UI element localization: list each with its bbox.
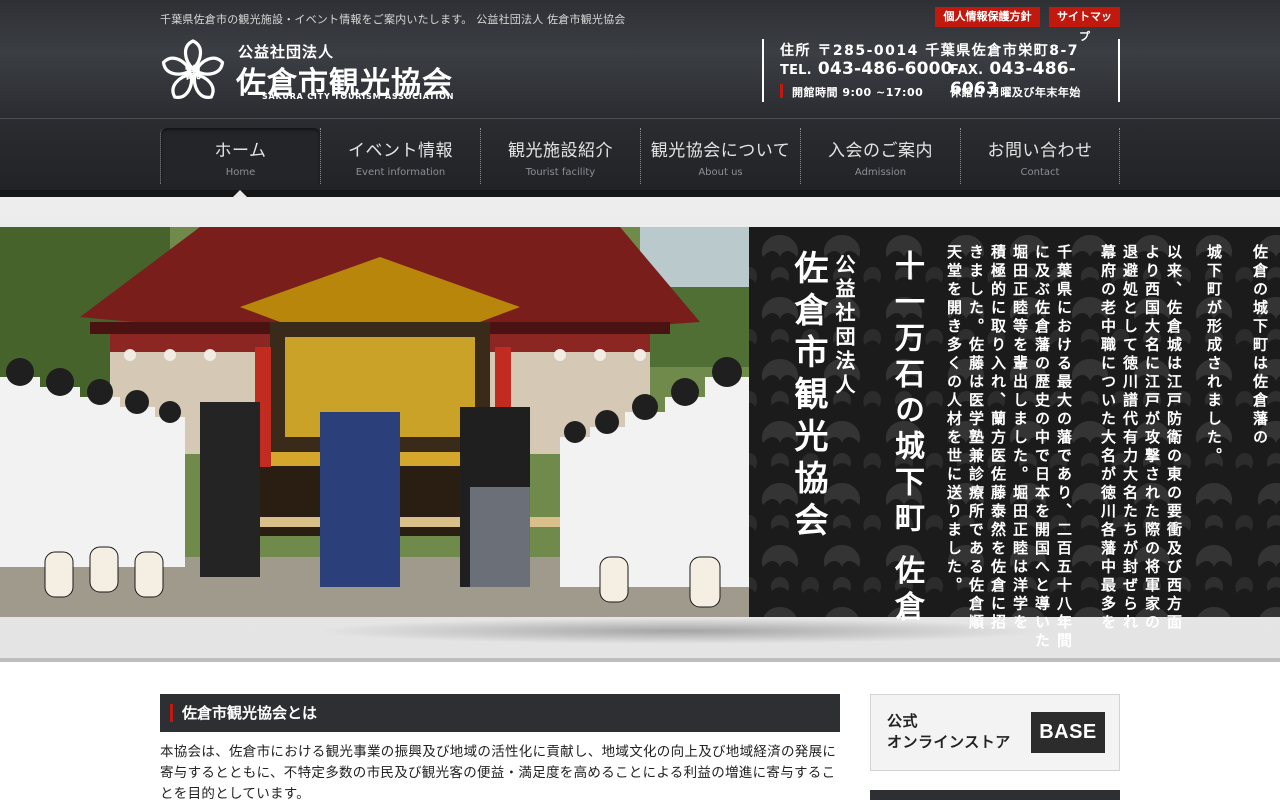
nav-bottom-bar (0, 190, 1280, 197)
hero-body-line: 幕府の老中職についた大名が徳川各藩中最多を (1099, 244, 1117, 633)
address-text: 住所 〒285-0014 千葉県佐倉市栄町8-7 (780, 43, 1080, 59)
hero-catchphrase: 十一万石の城下町 佐倉 (889, 250, 924, 627)
site-logo[interactable]: 観 公益社団法人 佐倉市観光協会 SAKURA CITY TOURISM ASS… (160, 38, 480, 104)
logo-english-name: SAKURA CITY TOURISM ASSOCIATION (262, 92, 455, 101)
hero-shadow (310, 618, 1050, 644)
nav-item-facilities[interactable]: 観光施設紹介 Tourist facility (480, 128, 640, 184)
hero-org-type: 公益社団法人 (832, 254, 856, 398)
section-heading: 佐倉市観光協会とは (160, 694, 840, 732)
festival-mikoshi-photo (0, 227, 749, 617)
hero-body-line: 城下町が形成されました。 (1205, 244, 1223, 466)
hero-body-line: 天堂を開き多くの人材を世に送りました。 (945, 244, 963, 596)
closed-days: 休館日 月曜及び年末年始 (950, 86, 1081, 99)
fax-label: FAX. (950, 63, 984, 78)
nav-label-jp: 観光協会について (650, 141, 791, 161)
store-label-line2: オンラインストア (887, 733, 1011, 751)
nav-list: ホーム Home イベント情報 Event information 観光施設紹介… (160, 128, 1120, 184)
nav-label-en: Home (225, 167, 256, 178)
nav-item-contact[interactable]: お問い合わせ Contact (960, 128, 1120, 184)
global-nav: ホーム Home イベント情報 Event information 観光施設紹介… (0, 118, 1280, 196)
privacy-policy-link[interactable]: 個人情報保護方針 (935, 7, 1040, 27)
nav-label-en: About us (698, 167, 743, 178)
hero-body-line: 佐倉の城下町は佐倉藩の (1251, 244, 1269, 448)
hero-body-line: 積極的に取り入れ、蘭方医佐藤泰然を佐倉に招 (989, 244, 1007, 633)
hero-body-line: きました。佐藤は医学塾兼診療所である佐倉順 (967, 244, 985, 633)
online-store-banner[interactable]: 公式 オンラインストア BASE (870, 694, 1120, 771)
nav-item-events[interactable]: イベント情報 Event information (320, 128, 480, 184)
hero-body-line: 以来、佐倉城は江戸防衛の東の要衝及び西方面 (1165, 244, 1183, 633)
nav-item-about[interactable]: 観光協会について About us (640, 128, 800, 184)
logo-mark-char: 観 (185, 63, 201, 82)
hero-body-line: 堀田正睦等を輩出しました。堀田正睦は洋学を (1011, 244, 1029, 633)
intro-paragraph: 本協会は、佐倉市における観光事業の振興及び地域の活性化に貢献し、地域文化の向上及… (160, 744, 837, 800)
nav-label-en: Admission (854, 167, 907, 178)
hero-body-line: 退避処として徳川譜代有力大名たちが封ぜられ (1121, 244, 1139, 633)
nav-label-jp: ホーム (214, 141, 267, 161)
nav-label-jp: イベント情報 (348, 141, 453, 161)
hero-body-line: に及ぶ佐倉藩の歴史の中で日本を開国へと導いた (1033, 244, 1051, 651)
nav-label-jp: 入会のご案内 (828, 141, 933, 161)
hero-body-line: より西国大名に江戸が攻撃された際の将軍家の (1143, 244, 1161, 633)
base-logo: BASE (1031, 712, 1105, 753)
site-header: 千葉県佐倉市の観光施設・イベント情報をご案内いたします。 公益社団法人 佐倉市観… (0, 0, 1280, 118)
nav-item-home[interactable]: ホーム Home (160, 128, 320, 184)
nav-label-en: Tourist facility (525, 167, 596, 178)
sitemap-link[interactable]: サイトマップ (1049, 7, 1120, 43)
active-nav-pointer-icon (233, 190, 247, 197)
opening-hours: 開館時間 9:00 ~17:00 (780, 84, 923, 100)
hero-body-line: 千葉県における最大の藩であり、二百五十八年間 (1055, 244, 1073, 651)
store-label-line1: 公式 (887, 712, 919, 730)
sidebar-next-block (870, 790, 1120, 800)
store-label: 公式 オンラインストア (887, 711, 1011, 753)
nav-label-en: Event information (355, 167, 446, 178)
nav-item-admission[interactable]: 入会のご案内 Admission (800, 128, 960, 184)
site-tagline: 千葉県佐倉市の観光施設・イベント情報をご案内いたします。 公益社団法人 佐倉市観… (160, 13, 626, 26)
nav-label-jp: お問い合わせ (987, 141, 1093, 161)
contact-info: 住所 〒285-0014 千葉県佐倉市栄町8-7 TEL. 043-486-60… (762, 39, 1120, 102)
tel-label: TEL. (780, 63, 812, 78)
nav-label-en: Contact (1020, 167, 1060, 178)
nav-label-jp: 観光施設紹介 (508, 141, 613, 161)
cherry-blossom-logo-icon: 観 (161, 39, 225, 99)
tel-value: 043-486-6000 (817, 59, 953, 79)
tel-number: TEL. 043-486-6000 (780, 59, 953, 79)
hero-org-name: 佐倉市観光協会 (788, 250, 828, 544)
